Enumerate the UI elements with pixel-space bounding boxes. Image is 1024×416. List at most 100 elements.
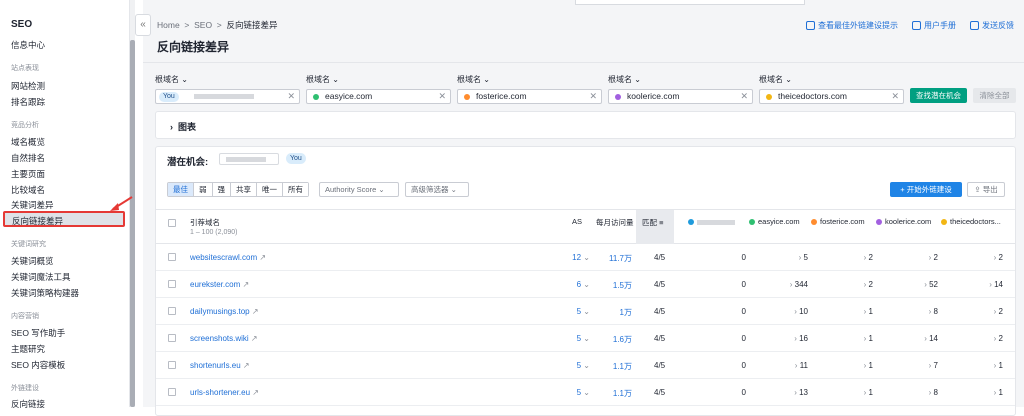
sidebar-item-position-tracking[interactable]: 排名跟踪 [11, 96, 45, 108]
chart-section-toggle[interactable]: › 图表 [155, 111, 1016, 139]
you-column-header[interactable] [688, 217, 735, 226]
segment-unique[interactable]: 唯一 [257, 183, 283, 196]
monthly-visits-value[interactable]: 11.7万 [596, 253, 632, 264]
monthly-visits-value[interactable]: 1.1万 [596, 388, 632, 399]
competitor-domain-input[interactable]: fosterice.com ✕ [457, 89, 602, 104]
competitor-backlinks-value[interactable]: › 2 [821, 280, 873, 289]
sidebar-scrollbar-thumb[interactable] [130, 40, 135, 407]
clear-icon[interactable]: ✕ [589, 90, 597, 103]
sidebar-item-keyword-overview[interactable]: 关键词概览 [11, 255, 54, 267]
competitor-backlinks-value[interactable]: › 1 [821, 388, 873, 397]
clear-all-button[interactable]: 清除全部 [973, 88, 1016, 103]
referring-domain-link[interactable]: eurekster.com ↗ [190, 280, 249, 289]
segment-best[interactable]: 最佳 [168, 183, 194, 196]
as-value[interactable]: 5 ⌄ [560, 361, 590, 370]
competitor-backlinks-value[interactable]: › 10 [756, 307, 808, 316]
as-header[interactable]: AS [572, 217, 582, 226]
external-link-icon[interactable]: ↗ [250, 388, 259, 397]
external-link-icon[interactable]: ↗ [240, 280, 249, 289]
referring-domain-header[interactable]: 引荐域名 [190, 217, 220, 228]
top-search-input[interactable] [575, 0, 805, 5]
clear-icon[interactable]: ✕ [438, 90, 446, 103]
sidebar-item-backlinks[interactable]: 反向链接 [11, 398, 45, 410]
segment-all[interactable]: 所有 [283, 183, 308, 196]
competitor-backlinks-value[interactable]: › 1 [951, 388, 1003, 397]
competitor-backlinks-value[interactable]: › 2 [821, 253, 873, 262]
competitor-backlinks-value[interactable]: › 2 [951, 253, 1003, 262]
row-checkbox[interactable] [168, 253, 176, 261]
match-header[interactable]: 匹配 ≡ [642, 217, 663, 228]
your-domain-input[interactable]: You ✕ [155, 89, 300, 104]
competitor-backlinks-value[interactable]: › 344 [756, 280, 808, 289]
as-value[interactable]: 12 ⌄ [560, 253, 590, 262]
referring-domain-link[interactable]: dailymusings.top ↗ [190, 307, 259, 316]
export-button[interactable]: ⇪ 导出 [967, 182, 1005, 197]
breadcrumb-home[interactable]: Home [157, 20, 180, 30]
external-link-icon[interactable]: ↗ [250, 307, 259, 316]
breadcrumb-seo[interactable]: SEO [194, 20, 212, 30]
sidebar-item-info-center[interactable]: 信息中心 [11, 39, 45, 51]
segment-strong[interactable]: 强 [212, 183, 231, 196]
sidebar-item-organic-research[interactable]: 自然排名 [11, 152, 45, 164]
root-domain-select[interactable]: 根域名 ⌄ [457, 74, 490, 85]
referring-domain-link[interactable]: urls-shortener.eu ↗ [190, 388, 259, 397]
sidebar-item-keyword-strategy-builder[interactable]: 关键词策略构建器 [11, 287, 79, 299]
competitor-domain-input[interactable]: koolerice.com ✕ [608, 89, 753, 104]
start-outreach-button[interactable]: + 开始外链建设 [890, 182, 962, 197]
sidebar-item-backlink-gap[interactable]: 反向链接差异 [3, 211, 125, 227]
sidebar-item-topic-research[interactable]: 主题研究 [11, 343, 45, 355]
root-domain-select[interactable]: 根域名 ⌄ [608, 74, 641, 85]
competitor-backlinks-value[interactable]: › 52 [886, 280, 938, 289]
sidebar-item-top-pages[interactable]: 主要页面 [11, 168, 45, 180]
segment-weak[interactable]: 弱 [194, 183, 213, 196]
competitor-column-header[interactable]: fosterice.com [811, 217, 865, 226]
row-checkbox[interactable] [168, 307, 176, 315]
competitor-backlinks-value[interactable]: › 5 [756, 253, 808, 262]
chevron-down-icon[interactable]: ⌄ [581, 253, 590, 262]
competitor-backlinks-value[interactable]: › 14 [886, 334, 938, 343]
competitor-backlinks-value[interactable]: › 2 [951, 334, 1003, 343]
monthly-visits-value[interactable]: 1.6万 [596, 334, 632, 345]
segment-shared[interactable]: 共享 [231, 183, 257, 196]
competitor-backlinks-value[interactable]: › 2 [886, 253, 938, 262]
competitor-backlinks-value[interactable]: › 13 [756, 388, 808, 397]
root-domain-select[interactable]: 根域名 ⌄ [759, 74, 792, 85]
chevron-down-icon[interactable]: ⌄ [581, 388, 590, 397]
sidebar-item-keyword-magic-tool[interactable]: 关键词魔法工具 [11, 271, 71, 283]
sidebar-item-seo-content-template[interactable]: SEO 内容模板 [11, 359, 65, 371]
row-checkbox[interactable] [168, 334, 176, 342]
referring-domain-link[interactable]: screenshots.wiki ↗ [190, 334, 258, 343]
opportunity-domain-select[interactable] [219, 153, 279, 165]
monthly-visits-value[interactable]: 1万 [596, 307, 632, 318]
competitor-backlinks-value[interactable]: › 14 [951, 280, 1003, 289]
competitor-column-header[interactable]: easyice.com [749, 217, 800, 226]
competitor-backlinks-value[interactable]: › 7 [886, 361, 938, 370]
as-value[interactable]: 5 ⌄ [560, 334, 590, 343]
as-value[interactable]: 6 ⌄ [560, 280, 590, 289]
as-value[interactable]: 5 ⌄ [560, 307, 590, 316]
competitor-column-header[interactable]: theicedoctors... [941, 217, 1001, 226]
sidebar-item-seo-writing-assistant[interactable]: SEO 写作助手 [11, 327, 65, 339]
chevron-down-icon[interactable]: ⌄ [581, 307, 590, 316]
tips-link[interactable]: 查看最佳外链建设提示 [806, 20, 898, 31]
competitor-column-header[interactable]: koolerice.com [876, 217, 931, 226]
advanced-filters-dropdown[interactable]: 高级筛选器 ⌄ [405, 182, 469, 197]
root-domain-select[interactable]: 根域名 ⌄ [306, 74, 339, 85]
competitor-domain-input[interactable]: easyice.com ✕ [306, 89, 451, 104]
collapse-sidebar-icon[interactable]: « [135, 14, 151, 36]
competitor-backlinks-value[interactable]: › 8 [886, 307, 938, 316]
clear-icon[interactable]: ✕ [891, 90, 899, 103]
monthly-visits-header[interactable]: 每月访问量 [596, 217, 634, 228]
sidebar-item-site-audit[interactable]: 网站检测 [11, 80, 45, 92]
chevron-down-icon[interactable]: ⌄ [581, 280, 590, 289]
external-link-icon[interactable]: ↗ [257, 253, 266, 262]
competitor-backlinks-value[interactable]: › 8 [886, 388, 938, 397]
sidebar-item-domain-overview[interactable]: 域名概览 [11, 136, 45, 148]
clear-icon[interactable]: ✕ [740, 90, 748, 103]
competitor-backlinks-value[interactable]: › 1 [821, 307, 873, 316]
authority-score-dropdown[interactable]: Authority Score ⌄ [319, 182, 399, 197]
competitor-backlinks-value[interactable]: › 16 [756, 334, 808, 343]
row-checkbox[interactable] [168, 388, 176, 396]
competitor-backlinks-value[interactable]: › 2 [951, 307, 1003, 316]
root-domain-select[interactable]: 根域名 ⌄ [155, 74, 188, 85]
